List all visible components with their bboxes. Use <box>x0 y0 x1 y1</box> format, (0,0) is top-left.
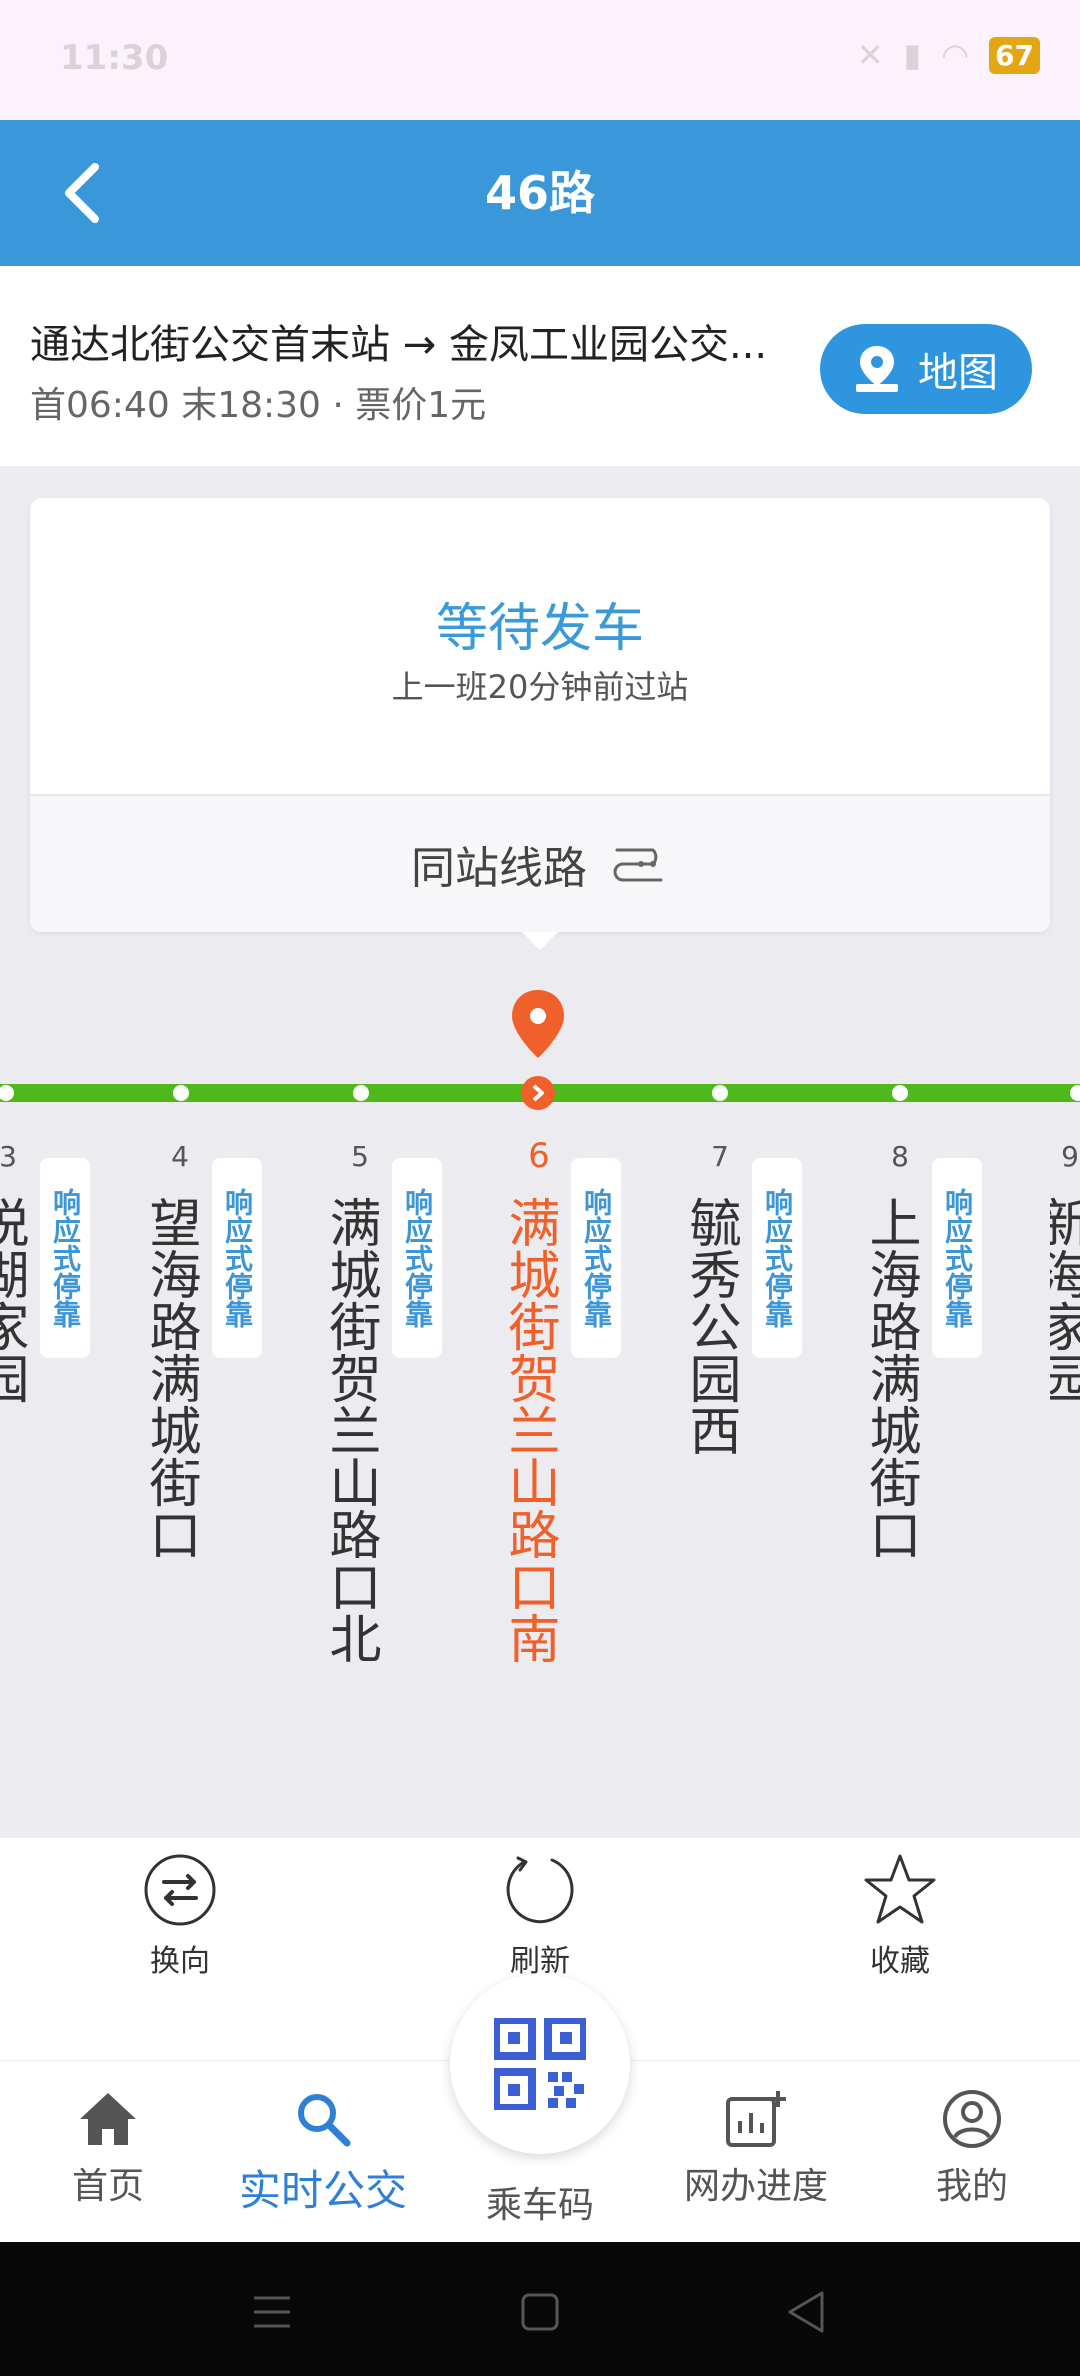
home-icon <box>80 2093 136 2145</box>
swap-icon <box>144 1854 216 1926</box>
route-info: 通达北街公交首末站 → 金凤工业园公交... 首06:40 末18:30 · 票… <box>0 266 1080 466</box>
card-pointer <box>522 932 558 950</box>
stop-item[interactable]: 5 满城街贺兰山路口北 响应式停靠 <box>320 1140 520 1780</box>
star-icon <box>864 1854 936 1924</box>
stop-item[interactable]: 7 毓秀公园西 响应式停靠 <box>680 1140 880 1780</box>
tab-mine-label: 我的 <box>935 2166 1008 2207</box>
signal-icon: ▮ <box>903 36 922 74</box>
battery-level: 67 <box>989 36 1040 74</box>
response-stop-tag: 响应式停靠 <box>40 1158 90 1358</box>
reverse-button[interactable]: 换向 <box>100 1852 260 1980</box>
response-stop-tag: 响应式停靠 <box>752 1158 802 1358</box>
stop-dot <box>173 1085 189 1101</box>
stop-name: 望海路满城街口 <box>140 1196 200 1560</box>
refresh-icon <box>506 1856 574 1924</box>
route-schedule: 首06:40 末18:30 · 票价1元 <box>30 385 487 426</box>
tab-progress[interactable]: 网办进度 <box>666 2089 846 2209</box>
favorite-label: 收藏 <box>870 1944 930 1979</box>
stop-dot <box>353 1085 369 1101</box>
tab-home-label: 首页 <box>71 2166 144 2207</box>
response-stop-tag: 响应式停靠 <box>932 1158 982 1358</box>
stop-name: 上海路满城街口 <box>860 1196 920 1560</box>
status-icons: ✕ ▮ ◠ 67 <box>857 36 1040 74</box>
system-nav-bar <box>0 2242 1080 2376</box>
tab-realtime[interactable]: 实时公交 <box>233 2089 413 2218</box>
stop-number: 5 <box>351 1140 369 1173</box>
same-stop-lines-label: 同站线路 <box>411 843 587 894</box>
status-time: 11:30 <box>60 38 169 78</box>
stop-item[interactable]: 9 新海家园 <box>1050 1140 1080 1780</box>
page-title: 46路 <box>484 166 595 220</box>
favorite-button[interactable]: 收藏 <box>820 1852 980 1980</box>
menu-nav-button[interactable] <box>242 2282 302 2342</box>
stop-number: 6 <box>528 1136 550 1176</box>
tab-mine[interactable]: 我的 <box>882 2089 1062 2209</box>
transfer-lines-icon <box>613 848 663 882</box>
stop-number: 7 <box>711 1140 729 1173</box>
location-pin-icon <box>512 990 564 1058</box>
stop-number: 9 <box>1061 1140 1079 1173</box>
map-pin-icon <box>856 346 898 392</box>
back-nav-button[interactable] <box>776 2282 836 2342</box>
stop-name: 满城街贺兰山路口北 <box>320 1196 380 1664</box>
qr-code-label: 乘车码 <box>485 2185 594 2226</box>
stop-item[interactable]: 8 上海路满城街口 响应式停靠 <box>860 1140 1060 1780</box>
current-stop-marker <box>521 1076 555 1110</box>
status-bar: 11:30 ✕ ▮ ◠ 67 <box>0 0 1080 120</box>
tab-progress-label: 网办进度 <box>683 2166 828 2207</box>
tab-home[interactable]: 首页 <box>18 2089 198 2209</box>
response-stop-tag: 响应式停靠 <box>571 1158 621 1358</box>
stop-name: 满城街贺兰山路口南 <box>499 1196 559 1664</box>
qr-code-icon <box>494 2018 586 2110</box>
chart-add-icon <box>726 2091 786 2147</box>
response-stop-tag: 响应式停靠 <box>392 1158 442 1358</box>
home-nav-button[interactable] <box>510 2282 570 2342</box>
bus-status-card: 等待发车 上一班20分钟前过站 同站线路 <box>30 498 1050 932</box>
qr-code-button[interactable] <box>450 1974 630 2154</box>
user-icon <box>943 2090 1001 2148</box>
stop-name: 毓秀公园西 <box>680 1196 740 1456</box>
menu-icon <box>254 2296 290 2328</box>
mute-icon: ✕ <box>856 36 884 74</box>
stop-dot <box>712 1085 728 1101</box>
wifi-icon: ◠ <box>941 36 970 74</box>
stop-dot <box>892 1085 908 1101</box>
bus-status: 等待发车 上一班20分钟前过站 <box>30 498 1050 794</box>
stop-number: 3 <box>0 1140 17 1173</box>
stop-number: 8 <box>891 1140 909 1173</box>
stop-item-current[interactable]: 6 满城街贺兰山路口南 响应式停靠 <box>499 1136 699 1780</box>
refresh-button[interactable]: 刷新 <box>460 1852 620 1980</box>
stop-name: 悦湖家园 <box>0 1196 28 1404</box>
route-name: 通达北街公交首末站 → 金凤工业园公交... <box>30 322 768 368</box>
triangle-back-icon <box>788 2291 824 2333</box>
same-stop-lines-button[interactable]: 同站线路 <box>30 796 1050 932</box>
map-button-label: 地图 <box>918 350 998 396</box>
response-stop-tag: 响应式停靠 <box>212 1158 262 1358</box>
last-bus-info: 上一班20分钟前过站 <box>391 668 689 706</box>
wait-status: 等待发车 <box>435 599 644 659</box>
map-button[interactable]: 地图 <box>820 324 1032 414</box>
reverse-label: 换向 <box>150 1944 210 1979</box>
stop-dot <box>1070 1085 1080 1101</box>
search-icon <box>298 2094 351 2147</box>
square-icon <box>521 2293 559 2331</box>
stop-number: 4 <box>171 1140 189 1173</box>
tab-realtime-label: 实时公交 <box>238 2166 407 2215</box>
app-header: 46路 <box>0 120 1080 266</box>
stop-item[interactable]: 4 望海路满城街口 响应式停靠 <box>140 1140 340 1780</box>
stop-name: 新海家园 <box>1050 1196 1080 1404</box>
